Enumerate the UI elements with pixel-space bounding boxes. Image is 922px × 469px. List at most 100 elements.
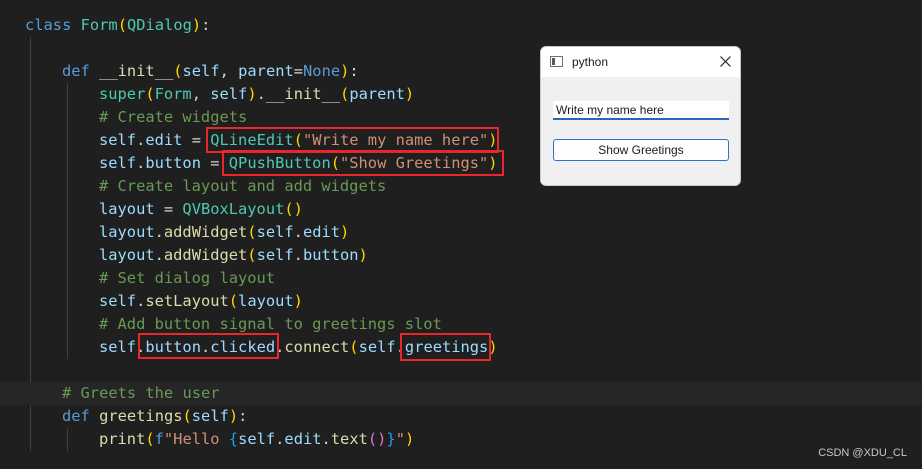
code-token: = <box>293 62 304 80</box>
code-line-text: class Form(QDialog): <box>25 14 210 37</box>
code-line: def __init__(self, parent=None): <box>0 60 922 83</box>
code-token: layout <box>99 223 155 241</box>
code-token: ( <box>367 430 378 448</box>
code-token: setLayout <box>145 292 229 310</box>
code-token: def <box>62 62 90 80</box>
code-editor[interactable]: class Form(QDialog): def __init__(self, p… <box>0 0 922 469</box>
code-line-text: self.edit = QLineEdit("Write my name her… <box>99 129 498 152</box>
code-token: edit <box>284 430 322 448</box>
code-token: edit <box>145 131 183 149</box>
name-input[interactable] <box>553 101 729 120</box>
code-token: . <box>200 338 211 356</box>
code-token: . <box>136 131 146 149</box>
code-line-text: # Set dialog layout <box>99 267 275 290</box>
code-token: ( <box>293 131 303 149</box>
code-token: ) <box>358 246 368 264</box>
code-line-text: self.setLayout(layout) <box>99 290 303 313</box>
code-token: QDialog <box>126 16 192 34</box>
code-token: def <box>62 407 90 425</box>
show-greetings-button[interactable]: Show Greetings <box>553 139 729 161</box>
code-token: # Add button signal to greetings slot <box>99 315 442 333</box>
code-token: "Hello <box>163 430 229 448</box>
code-line: print(f"Hello {self.edit.text()}") <box>0 428 922 451</box>
code-token: . <box>256 85 266 103</box>
dialog-body: Show Greetings <box>541 77 740 185</box>
code-token: button <box>145 338 201 356</box>
code-line: self.button = QPushButton("Show Greeting… <box>0 152 922 175</box>
code-token: self <box>191 407 229 425</box>
code-token: edit <box>302 223 341 241</box>
close-icon <box>720 56 731 67</box>
code-line: layout = QVBoxLayout() <box>0 198 922 221</box>
code-token: . <box>136 154 146 172</box>
code-token: . <box>136 338 146 356</box>
code-token: QPushButton <box>228 154 331 172</box>
code-token: ( <box>117 16 127 34</box>
code-token: = <box>200 154 229 172</box>
code-token: ( <box>145 85 155 103</box>
code-line: class Form(QDialog): <box>0 14 922 37</box>
code-token: self <box>358 338 396 356</box>
code-token: "Show Greetings" <box>340 154 489 172</box>
code-token: self <box>99 292 137 310</box>
code-line-text: self.button = QPushButton("Show Greeting… <box>99 152 498 175</box>
code-token: Form <box>154 85 192 103</box>
code-token: : <box>349 62 359 80</box>
code-token: class <box>25 16 72 34</box>
code-token: print <box>99 430 146 448</box>
code-token: self <box>99 131 137 149</box>
code-line-text: layout.addWidget(self.button) <box>99 244 368 267</box>
code-token: Form <box>80 16 118 34</box>
code-token: . <box>321 430 331 448</box>
code-line-text: # Create layout and add widgets <box>99 175 386 198</box>
code-token: parent <box>238 62 294 80</box>
dialog-titlebar[interactable]: python <box>541 47 740 77</box>
code-token: = <box>182 131 211 149</box>
code-token: ( <box>228 292 239 310</box>
code-line: layout.addWidget(self.edit) <box>0 221 922 244</box>
code-line: # Greets the user <box>0 382 922 405</box>
code-token: "Write my name here" <box>302 131 489 149</box>
code-token: # Set dialog layout <box>99 269 276 287</box>
code-token: # Create layout and add widgets <box>99 177 387 195</box>
code-token: __init__ <box>99 62 174 80</box>
code-token: " <box>395 430 405 448</box>
code-token: . <box>395 338 405 356</box>
code-token: ( <box>247 246 257 264</box>
code-token: ( <box>247 223 257 241</box>
code-token: ) <box>488 154 498 172</box>
code-token: } <box>386 430 396 448</box>
code-line-text: def __init__(self, parent=None): <box>62 60 359 83</box>
code-token: : <box>201 16 211 34</box>
code-token: ) <box>340 62 350 80</box>
code-line: layout.addWidget(self.button) <box>0 244 922 267</box>
code-token: ) <box>404 85 415 103</box>
code-token: self <box>210 85 248 103</box>
code-token: ) <box>191 16 202 34</box>
code-line: self.button.clicked.connect(self.greetin… <box>0 336 922 359</box>
code-line-text: # Add button signal to greetings slot <box>99 313 442 336</box>
code-token: ) <box>488 131 498 149</box>
code-token: ) <box>488 338 498 356</box>
code-token: ( <box>182 407 192 425</box>
code-token: # Greets the user <box>62 384 220 402</box>
code-token: . <box>154 223 164 241</box>
code-line-text: # Greets the user <box>62 382 220 405</box>
code-token: self <box>99 154 137 172</box>
code-token: ) <box>228 407 239 425</box>
close-button[interactable] <box>710 47 740 77</box>
code-line: # Create layout and add widgets <box>0 175 922 198</box>
code-token: ) <box>293 292 303 310</box>
code-line-text: # Create widgets <box>99 106 247 129</box>
code-line: # Create widgets <box>0 106 922 129</box>
code-line-text: layout.addWidget(self.edit) <box>99 221 349 244</box>
code-line: # Add button signal to greetings slot <box>0 313 922 336</box>
code-token: # Create widgets <box>99 108 248 126</box>
code-line: self.edit = QLineEdit("Write my name her… <box>0 129 922 152</box>
code-token: . <box>154 246 164 264</box>
code-token: = <box>154 200 183 218</box>
code-line-text: super(Form, self).__init__(parent) <box>99 83 414 106</box>
code-token: clicked <box>210 338 276 356</box>
code-token: ( <box>349 338 359 356</box>
